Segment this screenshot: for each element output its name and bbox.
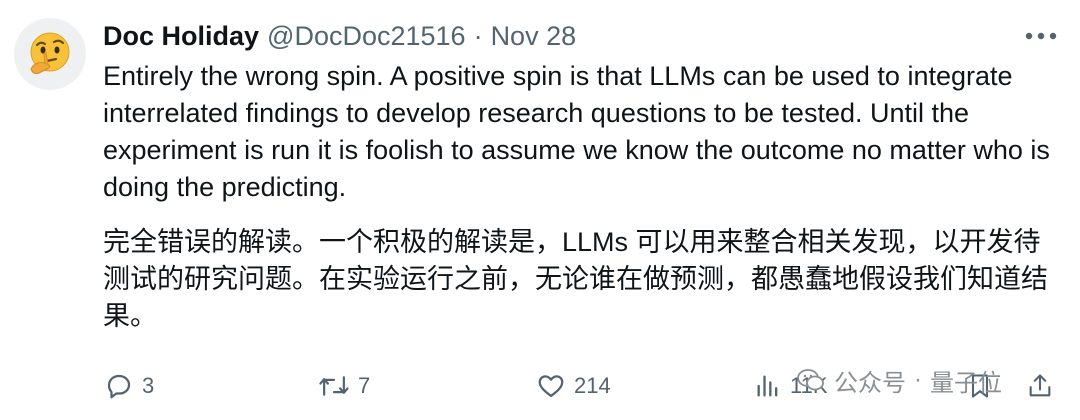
watermark-name: 量子位 <box>930 369 1002 397</box>
heart-icon <box>538 375 564 398</box>
header-separator: · <box>473 20 483 51</box>
analytics-icon <box>757 375 778 397</box>
more-icon <box>1025 32 1057 40</box>
like-button[interactable]: 214 <box>536 364 611 408</box>
tweet-date[interactable]: Nov 28 <box>491 21 577 52</box>
retweet-button[interactable]: 7 <box>318 364 370 408</box>
author-handle[interactable]: @DocDoc21516 <box>267 21 466 52</box>
reply-count: 3 <box>142 373 155 398</box>
author-name[interactable]: Doc Holiday <box>103 21 259 52</box>
avatar[interactable] <box>14 18 86 90</box>
reply-icon <box>107 374 131 399</box>
share-icon <box>1029 374 1051 397</box>
watermark-channel: 公众号 <box>834 369 906 397</box>
share-button[interactable] <box>1026 364 1054 408</box>
like-count: 214 <box>574 373 611 398</box>
wechat-icon <box>797 369 824 391</box>
tweet-header: Doc Holiday @DocDoc21516 · Nov 28 <box>103 18 576 54</box>
reply-button[interactable]: 3 <box>104 364 154 408</box>
retweet-count: 7 <box>358 373 371 398</box>
watermark: 公众号 · 量子位 <box>796 362 1002 398</box>
tweet-text-english: Entirely the wrong spin. A positive spin… <box>103 61 1050 202</box>
more-options-button[interactable] <box>1024 22 1058 50</box>
watermark-separator: · <box>914 366 922 393</box>
retweet-icon <box>319 376 349 396</box>
tweet-body: Entirely the wrong spin. A positive spin… <box>103 58 1063 335</box>
tweet-text-chinese: 完全错误的解读。一个积极的解读是，LLMs 可以用来整合相关发现，以开发待测试的… <box>103 227 1048 331</box>
thinking-face-emoji-icon <box>30 32 70 74</box>
